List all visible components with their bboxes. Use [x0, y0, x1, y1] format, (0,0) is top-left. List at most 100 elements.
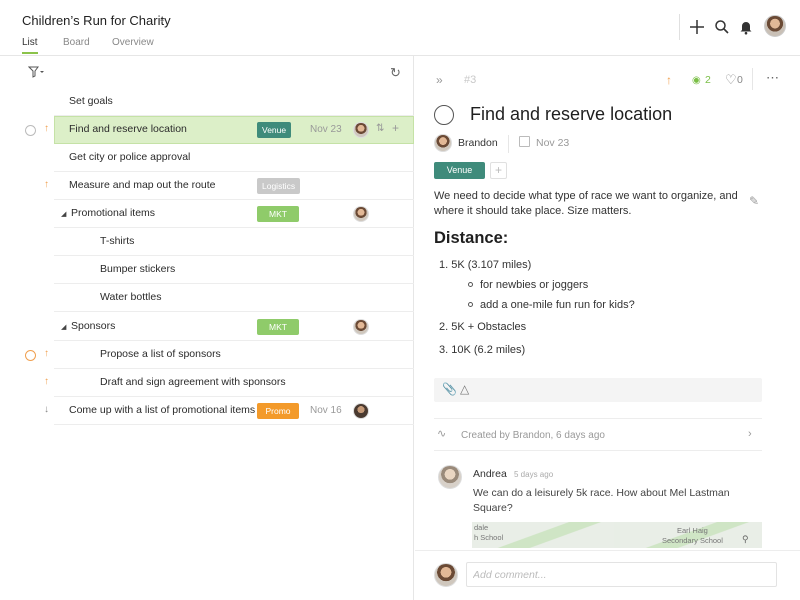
table-row[interactable]: ↑ Propose a list of sponsors — [0, 341, 414, 369]
assignee-avatar[interactable] — [353, 319, 369, 335]
divider — [434, 418, 762, 419]
search-icon[interactable] — [713, 18, 731, 36]
assignee-avatar[interactable] — [353, 206, 369, 222]
attachment-bar: 📎 △ — [434, 378, 762, 402]
refresh-icon[interactable]: ↻ — [390, 65, 401, 81]
list-item: 2. 5K + Obstacles — [439, 321, 527, 333]
user-avatar[interactable] — [764, 15, 786, 37]
task-name[interactable]: Water bottles — [100, 291, 161, 303]
project-title[interactable]: Children’s Run for Charity — [22, 13, 171, 28]
tag-badge[interactable]: Venue — [257, 122, 292, 138]
calendar-icon[interactable] — [519, 136, 530, 147]
assignee-name[interactable]: Brandon — [458, 137, 498, 149]
subtask-icon[interactable]: ⇅ — [376, 123, 384, 134]
table-row[interactable]: ↓ Come up with a list of promotional ite… — [0, 397, 414, 425]
task-description[interactable]: We need to decide what type of race we w… — [434, 189, 746, 219]
timer-icon[interactable] — [25, 350, 36, 361]
tab-overview[interactable]: Overview — [112, 37, 154, 48]
tab-board[interactable]: Board — [63, 37, 90, 48]
commenter-avatar — [438, 465, 462, 489]
add-tag-button[interactable]: + — [490, 162, 507, 179]
bullet — [468, 282, 473, 287]
plus-icon[interactable] — [688, 18, 706, 36]
assignee-avatar[interactable] — [434, 134, 452, 152]
complete-task-checkbox[interactable] — [434, 105, 454, 125]
table-row[interactable]: ↑ Measure and map out the route Logistic… — [0, 172, 414, 200]
table-row-selected[interactable]: ↑ Find and reserve location Venue Nov 23… — [0, 116, 414, 144]
task-name[interactable]: Come up with a list of promotional items — [69, 404, 255, 416]
tag-badge[interactable]: Promo — [257, 403, 299, 419]
map-label: Secondary School — [662, 536, 723, 545]
expand-caret-icon[interactable]: ◢ — [61, 210, 66, 218]
heart-icon[interactable]: ♡ — [725, 72, 737, 88]
task-name[interactable]: Promotional items — [71, 207, 155, 219]
table-row[interactable]: Get city or police approval — [0, 144, 414, 172]
divider — [508, 135, 509, 153]
tag-badge[interactable]: Venue — [434, 162, 485, 179]
chevron-right-icon[interactable]: › — [748, 428, 752, 440]
google-drive-icon[interactable]: △ — [460, 382, 469, 396]
filter-icon[interactable] — [28, 66, 44, 78]
task-name[interactable]: Propose a list of sponsors — [100, 348, 221, 360]
task-name[interactable]: Bumper stickers — [100, 263, 175, 275]
priority-low-icon: ↓ — [44, 404, 49, 415]
user-avatar — [434, 563, 458, 587]
activity-log[interactable]: Created by Brandon, 6 days ago — [461, 430, 605, 441]
paperclip-icon[interactable]: 📎 — [442, 382, 457, 396]
more-options-icon[interactable]: ⋯ — [766, 70, 780, 86]
comment-text: We can do a leisurely 5k race. How about… — [473, 487, 730, 514]
chevron-down-icon[interactable]: ⌄ — [158, 14, 166, 25]
table-row[interactable]: Set goals — [0, 88, 414, 116]
due-date[interactable]: Nov 16 — [310, 405, 342, 416]
task-checkbox[interactable] — [25, 125, 36, 136]
tag-badge[interactable]: Logistics — [257, 178, 301, 194]
table-row[interactable]: ↑ Draft and sign agreement with sponsors — [0, 369, 414, 397]
task-name[interactable]: Get city or police approval — [69, 151, 190, 163]
list-item: for newbies or joggers — [480, 279, 589, 291]
assignee-avatar[interactable] — [353, 403, 369, 419]
task-list-panel: ↻ Set goals ↑ Find and reserve location … — [0, 56, 414, 600]
priority-high-icon: ↑ — [44, 348, 49, 359]
task-title[interactable]: Find and reserve location — [470, 104, 672, 125]
priority-high-icon: ↑ — [44, 179, 49, 190]
tab-list[interactable]: List — [22, 37, 38, 48]
collapse-panel-icon[interactable]: » — [436, 73, 443, 87]
map-label: Earl Haig — [677, 526, 708, 535]
bell-icon[interactable] — [737, 18, 755, 36]
tag-badge[interactable]: MKT — [257, 319, 299, 335]
assignee-avatar[interactable] — [353, 122, 369, 138]
priority-high-icon: ↑ — [44, 123, 49, 134]
due-date[interactable]: Nov 23 — [310, 124, 342, 135]
due-date[interactable]: Nov 23 — [536, 137, 569, 149]
priority-high-icon[interactable]: ↑ — [666, 73, 672, 87]
map-pin-icon: ⚲ — [742, 534, 749, 544]
task-name[interactable]: Draft and sign agreement with sponsors — [100, 376, 286, 388]
table-row[interactable]: ◢ Sponsors MKT — [0, 313, 414, 341]
priority-high-icon: ↑ — [44, 376, 49, 387]
tag-badge[interactable]: MKT — [257, 206, 299, 222]
map-label: dale — [474, 523, 489, 532]
task-detail-panel: » #3 ↑ ◉ 2 ♡ 0 ⋯ Find and reserve locati… — [415, 56, 800, 600]
table-row[interactable]: Water bottles — [0, 284, 414, 312]
table-row[interactable]: ◢ Promotional items MKT — [0, 200, 414, 228]
map-label: h School — [474, 533, 504, 542]
task-name[interactable]: T-shirts — [100, 235, 134, 247]
map-preview[interactable]: dale h School Earl Haig Secondary School… — [472, 522, 762, 548]
bullet — [468, 302, 473, 307]
task-id: #3 — [464, 74, 477, 86]
table-row[interactable]: T-shirts — [0, 228, 414, 256]
table-row[interactable]: Bumper stickers — [0, 256, 414, 284]
task-name[interactable]: Find and reserve location — [69, 123, 187, 135]
comment-timestamp: 5 days ago — [514, 470, 554, 479]
comment-input[interactable] — [466, 562, 777, 587]
pencil-icon[interactable]: ✎ — [749, 194, 759, 208]
comment-author: Andrea — [473, 468, 507, 480]
eye-icon[interactable]: ◉ — [692, 75, 701, 86]
add-icon[interactable]: + — [392, 121, 399, 135]
task-name[interactable]: Set goals — [69, 95, 113, 107]
task-name[interactable]: Measure and map out the route — [69, 179, 216, 191]
task-name[interactable]: Sponsors — [71, 320, 115, 332]
list-item: add a one-mile fun run for kids? — [480, 299, 635, 311]
divider — [752, 68, 753, 90]
expand-caret-icon[interactable]: ◢ — [61, 323, 66, 331]
